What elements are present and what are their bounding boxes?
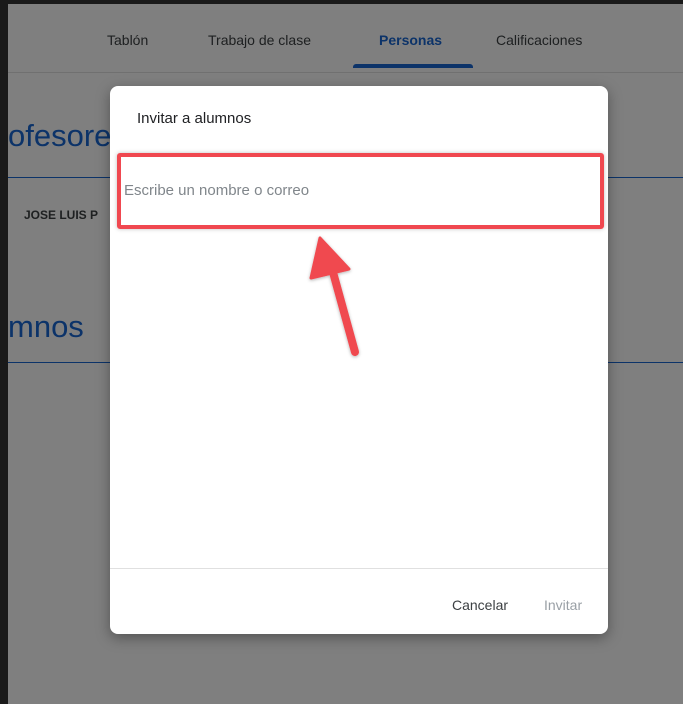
invite-button[interactable]: Invitar	[544, 597, 582, 613]
dialog-title: Invitar a alumnos	[137, 110, 252, 127]
annotation-highlight-box	[117, 153, 604, 229]
dialog-footer-divider	[110, 568, 608, 569]
cancel-button[interactable]: Cancelar	[452, 597, 508, 613]
